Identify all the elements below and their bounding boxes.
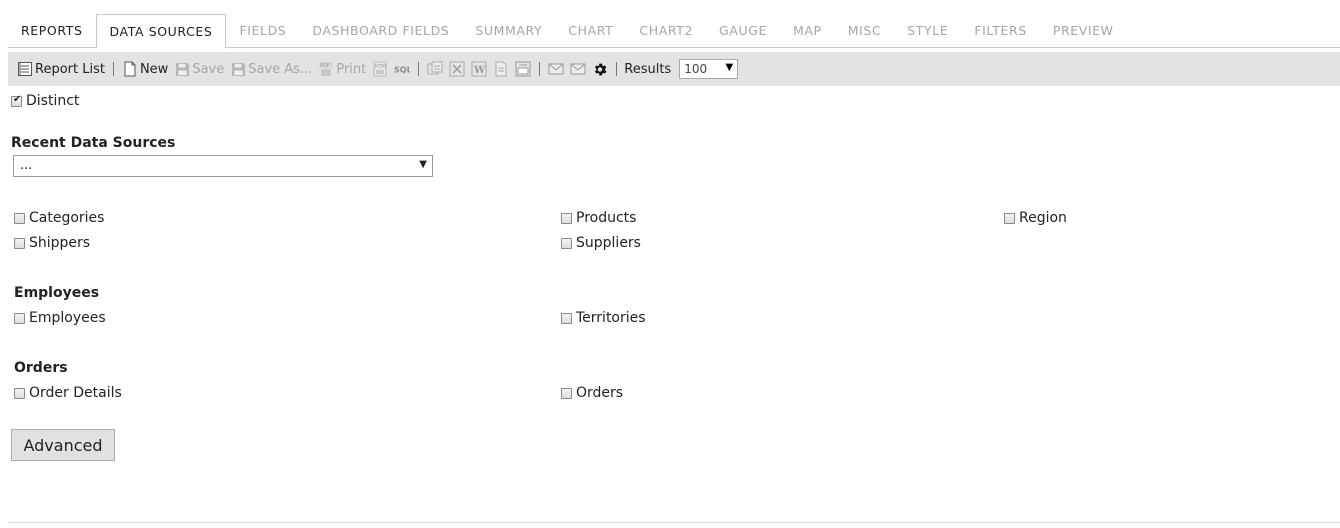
- checkbox[interactable]: [561, 237, 572, 249]
- tab-style[interactable]: STYLE: [894, 14, 961, 48]
- table-option-order-details[interactable]: Order Details: [14, 385, 122, 401]
- checkbox[interactable]: [561, 212, 572, 224]
- tab-gauge[interactable]: GAUGE: [706, 14, 780, 48]
- email-icon[interactable]: [570, 61, 586, 77]
- checkbox[interactable]: [561, 387, 572, 399]
- new-document-icon: [122, 61, 138, 77]
- dropdown-arrow-icon: ▼: [419, 159, 427, 170]
- toolbar-divider: [112, 62, 114, 76]
- group-title-employees: Employees: [14, 285, 100, 301]
- tab-misc[interactable]: MISC: [835, 14, 895, 48]
- sql-icon[interactable]: SQL: [394, 61, 410, 77]
- html-export-icon[interactable]: HTM: [372, 61, 388, 77]
- advanced-button[interactable]: Advanced: [11, 429, 115, 461]
- export-word-icon[interactable]: W: [471, 61, 487, 77]
- table-option-products[interactable]: Products: [561, 210, 636, 226]
- tab-preview[interactable]: PREVIEW: [1040, 14, 1127, 48]
- svg-text:PDF: PDF: [320, 63, 330, 69]
- table-option-region[interactable]: Region: [1004, 210, 1067, 226]
- checkbox[interactable]: [14, 312, 25, 324]
- checkbox[interactable]: [561, 312, 572, 324]
- bottom-divider: [8, 522, 1340, 523]
- report-list-label: Report List: [35, 61, 105, 77]
- save-as-label: Save As...: [248, 61, 313, 77]
- tab-chart2[interactable]: CHART2: [626, 14, 706, 48]
- distinct-checkbox[interactable]: [11, 94, 22, 107]
- tab-filters[interactable]: FILTERS: [961, 14, 1039, 48]
- tab-fields[interactable]: FIELDS: [226, 14, 299, 48]
- email-icon[interactable]: [548, 61, 564, 77]
- table-label: Shippers: [29, 235, 91, 251]
- recent-data-sources-value: ...: [20, 158, 33, 173]
- toolbar-divider: [539, 62, 541, 76]
- gear-icon[interactable]: [592, 61, 608, 77]
- recent-data-sources-select[interactable]: ... ▼: [13, 155, 433, 177]
- results-value: 100: [684, 62, 708, 76]
- tab-summary[interactable]: SUMMARY: [462, 14, 555, 48]
- pdf-icon: PDF: [318, 61, 334, 77]
- table-label: Products: [576, 210, 637, 226]
- checkbox[interactable]: [14, 387, 25, 399]
- export-text-icon[interactable]: [493, 61, 509, 77]
- report-list-button[interactable]: Report List: [14, 61, 108, 77]
- table-option-shippers[interactable]: Shippers: [14, 235, 90, 251]
- toolbar-divider: [616, 62, 618, 76]
- new-label: New: [139, 61, 169, 77]
- table-option-suppliers[interactable]: Suppliers: [561, 235, 641, 251]
- table-label: Region: [1019, 210, 1067, 226]
- tab-bar: REPORTS DATA SOURCES FIELDS DASHBOARD FI…: [8, 14, 1340, 49]
- tab-data-sources[interactable]: DATA SOURCES: [95, 14, 227, 49]
- export-excel-icon[interactable]: [449, 61, 465, 77]
- dropdown-arrow-icon: ▼: [725, 62, 734, 73]
- table-label: Order Details: [29, 385, 122, 401]
- results-select[interactable]: 100 ▼: [679, 59, 739, 79]
- list-icon: [17, 61, 33, 77]
- table-option-employees[interactable]: Employees: [14, 310, 106, 326]
- table-option-territories[interactable]: Territories: [561, 310, 646, 326]
- save-as-button[interactable]: Save As...: [227, 61, 315, 77]
- svg-text:SQL: SQL: [394, 66, 410, 75]
- svg-text:W: W: [473, 65, 486, 76]
- checkbox[interactable]: [1004, 212, 1015, 224]
- table-option-orders[interactable]: Orders: [561, 385, 623, 401]
- distinct-label: Distinct: [26, 93, 80, 109]
- group-title-orders: Orders: [14, 360, 68, 376]
- svg-text:HTM: HTM: [375, 64, 386, 70]
- checkbox[interactable]: [14, 212, 25, 224]
- print-label: Print: [336, 61, 367, 77]
- new-button[interactable]: New: [119, 61, 171, 77]
- results-label: Results: [624, 61, 672, 77]
- table-label: Territories: [576, 310, 646, 326]
- tab-map[interactable]: MAP: [780, 14, 835, 48]
- checkbox[interactable]: [14, 237, 25, 249]
- table-label: Categories: [29, 210, 105, 226]
- toolbar: Report List New Save Save As... PDF Prin…: [8, 52, 1340, 86]
- tab-reports[interactable]: REPORTS: [8, 14, 96, 48]
- table-label: Orders: [576, 385, 624, 401]
- floppy-disk-icon: [174, 61, 190, 77]
- recent-data-sources-title: Recent Data Sources: [11, 135, 176, 151]
- distinct-option[interactable]: Distinct: [11, 93, 79, 109]
- floppy-disk-icon: [230, 61, 246, 77]
- print-button[interactable]: PDF Print: [315, 61, 369, 77]
- tab-dashboard-fields[interactable]: DASHBOARD FIELDS: [299, 14, 462, 48]
- save-button[interactable]: Save: [171, 61, 227, 77]
- export-xml-icon[interactable]: [515, 61, 531, 77]
- export-csv-icon[interactable]: [427, 61, 443, 77]
- save-label: Save: [192, 61, 225, 77]
- table-option-categories[interactable]: Categories: [14, 210, 104, 226]
- table-label: Employees: [29, 310, 106, 326]
- toolbar-divider: [418, 62, 420, 76]
- tab-chart[interactable]: CHART: [555, 14, 626, 48]
- table-label: Suppliers: [576, 235, 641, 251]
